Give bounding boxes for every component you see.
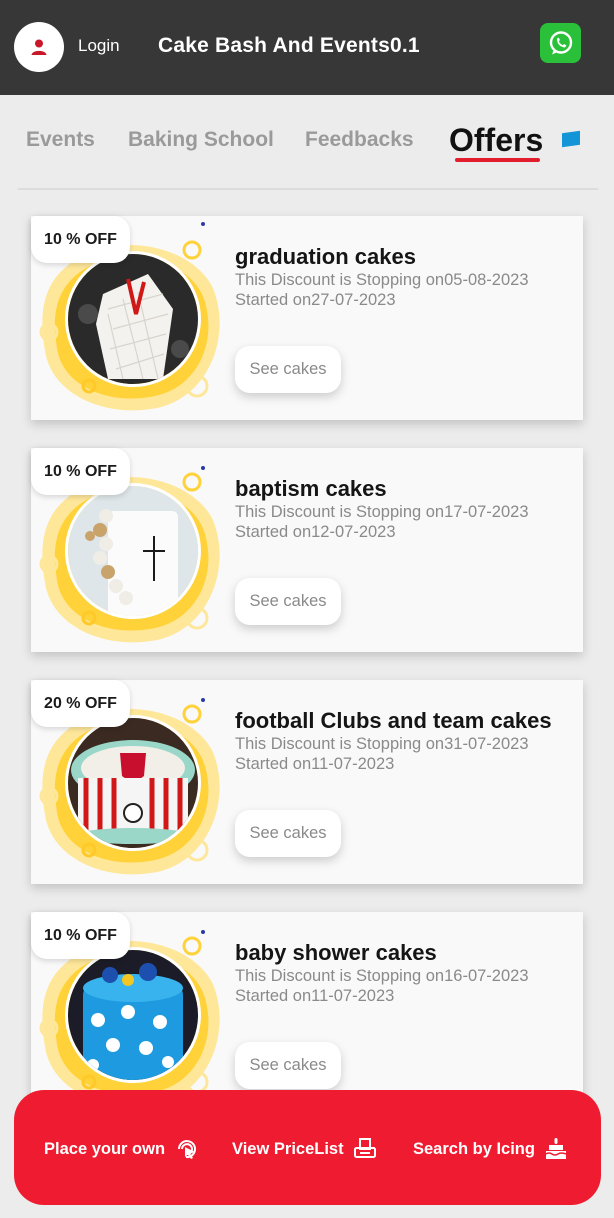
- search-by-icing-label: Search by Icing: [413, 1139, 535, 1158]
- see-cakes-button[interactable]: See cakes: [235, 578, 341, 625]
- place-your-own-button[interactable]: Place your own: [44, 1136, 199, 1162]
- whatsapp-icon: [549, 31, 572, 55]
- app-header: Login Cake Bash And Events0.1: [0, 0, 614, 95]
- cake-image-baby-shower[interactable]: [65, 947, 201, 1083]
- decorative-dot: [201, 930, 205, 934]
- see-cakes-button[interactable]: See cakes: [235, 1042, 341, 1089]
- offer-card: 10 % OFF baby shower cakes This Discount…: [31, 912, 583, 1116]
- decorative-dot: [201, 698, 205, 702]
- avatar[interactable]: [14, 22, 64, 72]
- birthday-cake-icon: [543, 1136, 569, 1162]
- bottom-action-bar: Place your own View PriceList Search by …: [14, 1090, 601, 1205]
- view-pricelist-label: View PriceList: [232, 1139, 344, 1158]
- tab-bar: Events Baking School Feedbacks Offers: [0, 118, 614, 170]
- app-title: Cake Bash And Events0.1: [158, 34, 420, 57]
- cake-image-football[interactable]: [65, 715, 201, 851]
- offer-title: graduation cakes: [235, 244, 416, 269]
- offer-start-date: Started on27-07-2023: [235, 291, 396, 309]
- user-icon: [31, 39, 47, 55]
- place-your-own-label: Place your own: [44, 1139, 166, 1158]
- login-link[interactable]: Login: [78, 36, 120, 56]
- offer-start-date: Started on11-07-2023: [235, 755, 395, 773]
- decorative-dot: [201, 466, 205, 470]
- offer-start-date: Started on12-07-2023: [235, 523, 396, 541]
- view-pricelist-button[interactable]: View PriceList: [232, 1136, 378, 1162]
- whatsapp-button[interactable]: [540, 23, 581, 63]
- see-cakes-button[interactable]: See cakes: [235, 810, 341, 857]
- tab-events[interactable]: Events: [26, 128, 95, 152]
- tab-scroll-indicator: [562, 130, 580, 148]
- discount-badge: 20 % OFF: [31, 680, 130, 727]
- offer-stopping-date: This Discount is Stopping on05-08-2023: [235, 271, 529, 289]
- offer-stopping-date: This Discount is Stopping on31-07-2023: [235, 735, 529, 753]
- offer-stopping-date: This Discount is Stopping on16-07-2023: [235, 967, 529, 985]
- offer-title: baptism cakes: [235, 476, 387, 501]
- tap-pointer-icon: [173, 1136, 199, 1162]
- offer-card: 10 % OFF graduation cakes This Discount …: [31, 216, 583, 420]
- discount-badge: 10 % OFF: [31, 216, 130, 263]
- tab-feedbacks[interactable]: Feedbacks: [305, 128, 414, 152]
- tab-baking-school[interactable]: Baking School: [128, 128, 274, 152]
- tab-divider: [18, 188, 598, 190]
- tab-offers[interactable]: Offers: [449, 122, 543, 159]
- discount-badge: 10 % OFF: [31, 912, 130, 959]
- discount-badge: 10 % OFF: [31, 448, 130, 495]
- offer-start-date: Started on11-07-2023: [235, 987, 395, 1005]
- printer-icon: [352, 1136, 378, 1162]
- active-tab-indicator: [455, 158, 540, 162]
- offer-stopping-date: This Discount is Stopping on17-07-2023: [235, 503, 529, 521]
- cake-image-baptism[interactable]: [65, 483, 201, 619]
- offer-title: football Clubs and team cakes: [235, 708, 552, 733]
- search-by-icing-button[interactable]: Search by Icing: [413, 1136, 569, 1162]
- offer-card: 10 % OFF baptism cakes This Discount is …: [31, 448, 583, 652]
- offer-title: baby shower cakes: [235, 940, 437, 965]
- decorative-dot: [201, 222, 205, 226]
- see-cakes-button[interactable]: See cakes: [235, 346, 341, 393]
- cake-image-graduation[interactable]: [65, 251, 201, 387]
- offer-card: 20 % OFF football Clubs and team cakes T…: [31, 680, 583, 884]
